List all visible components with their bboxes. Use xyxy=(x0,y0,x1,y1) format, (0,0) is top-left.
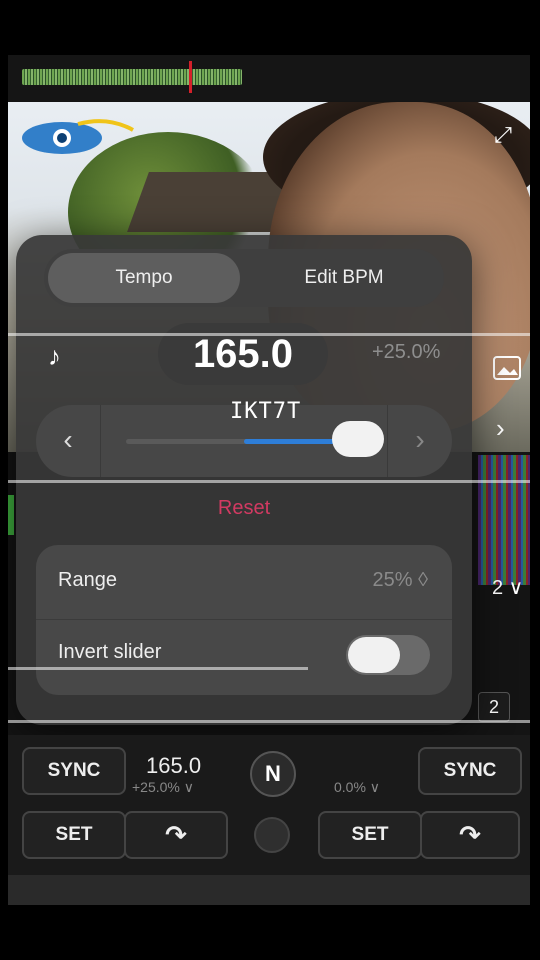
n-badge[interactable]: N xyxy=(250,751,296,797)
invert-slider-label: Invert slider xyxy=(58,641,162,663)
loop-icon[interactable]: ↷ xyxy=(420,811,520,859)
reset-button[interactable]: Reset xyxy=(16,497,472,520)
center-knob[interactable] xyxy=(254,817,290,853)
invert-slider-row: Invert slider xyxy=(36,621,452,691)
set-left-button[interactable]: SET xyxy=(22,811,126,859)
chevron-right-icon[interactable]: › xyxy=(387,405,452,477)
tempo-slider-thumb[interactable] xyxy=(332,421,384,457)
tab-tempo[interactable]: Tempo xyxy=(48,253,240,303)
deck-controls: SYNC 165.0 +25.0% ∨ N 0.0% ∨ SYNC SET ↷ … xyxy=(8,735,530,905)
tab-edit-bpm[interactable]: Edit BPM xyxy=(248,253,440,303)
glitch-line xyxy=(8,720,530,723)
slider-label: IKT7T xyxy=(230,399,302,424)
toggle-knob xyxy=(348,637,400,673)
waveform xyxy=(22,69,242,85)
expand-icon[interactable]: ⤢ xyxy=(488,120,518,150)
music-note-icon: ♪ xyxy=(48,341,61,371)
loop-icon[interactable]: ↷ xyxy=(124,811,228,859)
invert-slider-toggle[interactable] xyxy=(346,635,430,675)
range-label: Range xyxy=(58,569,117,591)
deck-left-bpm[interactable]: 165.0 xyxy=(146,753,201,779)
deck-selector[interactable]: 2 ∨ xyxy=(492,575,523,600)
deck-left-pitch[interactable]: +25.0% ∨ xyxy=(132,779,194,796)
sync-left-button[interactable]: SYNC xyxy=(22,747,126,795)
deck-waveform-left xyxy=(8,495,14,535)
tempo-slider-track[interactable] xyxy=(126,439,362,444)
glitch-line xyxy=(8,480,530,483)
deck-number-badge[interactable]: 2 xyxy=(478,692,510,722)
deck-right-pitch[interactable]: 0.0% ∨ xyxy=(334,779,380,796)
glitch-line xyxy=(8,667,308,670)
waveform-overview[interactable] xyxy=(8,55,530,101)
channel-logo xyxy=(22,119,134,154)
tempo-segmented-control: Tempo Edit BPM xyxy=(44,249,444,307)
range-value[interactable]: 25% ◊ xyxy=(373,569,428,592)
set-right-button[interactable]: SET xyxy=(318,811,422,859)
tempo-slider-row: ‹ IKT7T › xyxy=(36,399,452,477)
chevron-left-icon[interactable]: ‹ xyxy=(36,405,101,477)
playhead xyxy=(189,61,192,93)
deck-waveform-right xyxy=(478,455,530,585)
tempo-settings: Range 25% ◊ Invert slider xyxy=(36,545,452,695)
dj-app: ⤢ › 2 ∨ 2 Tempo Edit BPM ♪ 165.0 +25.0% … xyxy=(8,55,530,905)
next-icon[interactable]: › xyxy=(496,413,505,444)
gallery-icon[interactable] xyxy=(492,355,522,381)
range-row[interactable]: Range 25% ◊ xyxy=(36,549,452,620)
bottom-strip xyxy=(8,875,530,905)
bpm-percent: +25.0% xyxy=(372,341,441,363)
glitch-line xyxy=(8,333,530,336)
sync-right-button[interactable]: SYNC xyxy=(418,747,522,795)
